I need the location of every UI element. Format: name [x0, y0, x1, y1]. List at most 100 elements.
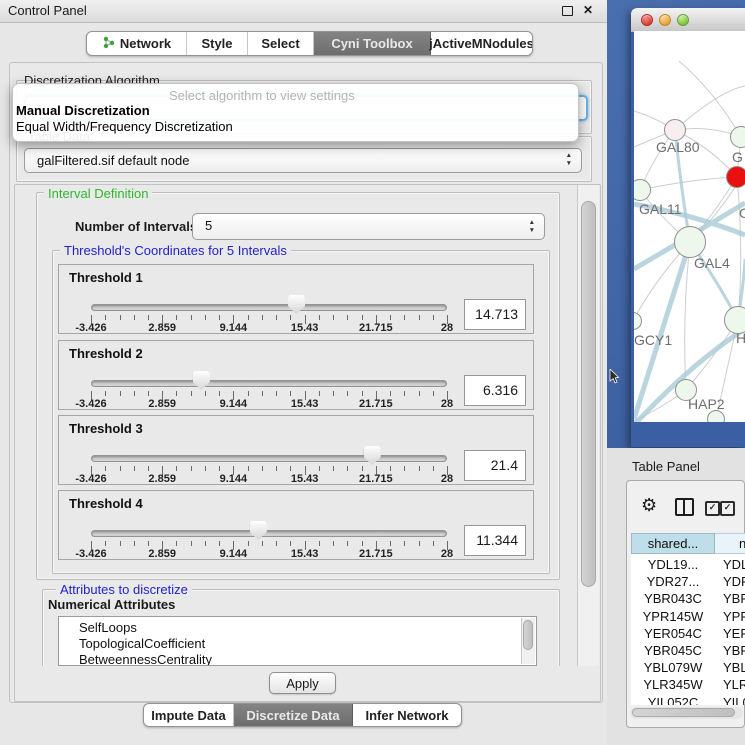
slider-tick [347, 541, 348, 546]
num-intervals-spinner[interactable]: 5 ▲ ▼ [192, 213, 545, 240]
table-cell[interactable]: YDR27... [631, 574, 715, 591]
slider-tick [333, 466, 334, 471]
table-cell[interactable]: YLR345W [631, 677, 715, 694]
checkbox-icon[interactable]: ✓ [720, 501, 735, 516]
threshold-value-field[interactable]: 6.316 [464, 375, 526, 406]
table-cell[interactable]: YBR0 [723, 643, 745, 660]
popup-item-manual-discretization[interactable]: Manual Discretization [16, 103, 150, 118]
table-cell[interactable]: YPR1 [723, 609, 745, 626]
slider-tick [134, 466, 135, 471]
mac-close-button[interactable] [641, 14, 653, 26]
table-cell[interactable]: YIL0 [723, 695, 745, 705]
tab-cyni-toolbox[interactable]: Cyni Toolbox [314, 32, 431, 55]
slider-track[interactable] [91, 530, 447, 537]
panel-vertical-scrollbar[interactable] [577, 185, 599, 666]
attribute-item[interactable]: TopologicalCoefficient [79, 636, 205, 651]
threshold-value-field[interactable]: 14.713 [464, 299, 526, 330]
node-label: GAL80 [656, 139, 700, 155]
slider-track[interactable] [91, 380, 447, 387]
tab-discretize-data[interactable]: Discretize Data [234, 704, 353, 726]
slider-handle[interactable] [364, 446, 381, 465]
popup-item-equal-width[interactable]: Equal Width/Frequency Discretization [16, 119, 233, 134]
slider-handle[interactable] [288, 295, 305, 314]
table-hscrollbar-thumb[interactable] [632, 708, 735, 717]
combo-stepper-icon[interactable]: ▲ ▼ [566, 153, 572, 167]
slider-tick [248, 391, 249, 396]
table-cell[interactable]: YDL1 [723, 557, 745, 574]
threshold-value-field[interactable]: 21.4 [464, 450, 526, 481]
attribute-item[interactable]: BetweennessCentrality [79, 652, 212, 666]
network-window-titlebar[interactable] [631, 8, 745, 32]
table-cell[interactable]: YLR3 [723, 677, 745, 694]
slider-tick [362, 391, 363, 396]
tab-network[interactable]: Network [87, 32, 187, 55]
table-cell[interactable]: YBR043C [631, 591, 715, 608]
table-cell[interactable]: YDL19... [631, 557, 715, 574]
stepper-up-icon[interactable]: ▲ [566, 153, 572, 160]
tick-label: 2.859 [137, 398, 187, 410]
table-hscrollbar[interactable] [630, 707, 743, 719]
mac-minimize-button[interactable] [659, 14, 671, 26]
slider-tick [347, 466, 348, 471]
slider-tick [433, 541, 434, 546]
tick-label: 15.43 [280, 548, 330, 560]
attributes-list-scrollbar[interactable] [521, 618, 535, 664]
slider-tick [248, 466, 249, 471]
slider-tick [404, 466, 405, 471]
gear-icon[interactable]: ⚙ [641, 495, 657, 516]
tab-jactivemnodules[interactable]: jActiveMNodules [431, 32, 532, 55]
split-column-icon[interactable] [675, 498, 694, 516]
network-node[interactable] [726, 166, 745, 188]
attributes-scrollbar-thumb[interactable] [523, 620, 533, 650]
slider-tick [105, 466, 106, 471]
tab-infer-network[interactable]: Infer Network [353, 704, 461, 726]
slider-tick [219, 541, 220, 546]
apply-button[interactable]: Apply [269, 672, 336, 694]
tab-style[interactable]: Style [187, 32, 248, 55]
num-intervals-label: Number of Intervals [75, 219, 197, 234]
network-node[interactable] [730, 126, 745, 148]
attribute-item[interactable]: SelfLoops [79, 620, 137, 635]
tab-select[interactable]: Select [248, 32, 314, 55]
tab-impute-data[interactable]: Impute Data [144, 704, 234, 726]
table-cell[interactable]: YER054C [631, 626, 715, 643]
tab-label: Impute Data [151, 708, 225, 723]
column-header-shared[interactable]: shared... [631, 533, 715, 554]
slider-handle[interactable] [250, 521, 267, 540]
tick-label: 15.43 [280, 473, 330, 485]
tab-label: jActiveMNodules [429, 36, 533, 51]
table-cell[interactable]: YIL052C [631, 695, 715, 705]
table-cell[interactable]: YDR2 [723, 574, 745, 591]
table-cell[interactable]: YBR045C [631, 643, 715, 660]
table-cell[interactable]: YER0 [723, 626, 745, 643]
slider-tick [419, 466, 420, 471]
threshold-row: Threshold 1-3.4262.8599.14415.4321.71528… [58, 264, 534, 334]
float-window-icon[interactable] [562, 6, 573, 16]
mac-zoom-button[interactable] [677, 14, 689, 26]
threshold-value-field[interactable]: 11.344 [464, 525, 526, 556]
split-column-divider [683, 500, 685, 514]
checkbox-icon[interactable]: ✓ [705, 501, 720, 516]
net-canvas[interactable]: GAL80GGAL11CGAL4GCY1HHAP2 [634, 31, 745, 422]
network-node[interactable] [674, 226, 706, 258]
popup-placeholder-item[interactable]: Select algorithm to view settings [169, 88, 355, 103]
table-cell[interactable]: YPR145W [631, 609, 715, 626]
spinner-stepper-icon[interactable]: ▲ ▼ [529, 220, 535, 234]
table-cell[interactable]: YBL0 [723, 660, 745, 677]
slider-track[interactable] [91, 304, 447, 311]
close-panel-icon[interactable]: ✕ [583, 3, 593, 17]
network-node[interactable] [664, 119, 686, 141]
tab-label: Network [120, 36, 171, 51]
column-header-name[interactable]: n [715, 533, 745, 554]
stepper-up-icon[interactable]: ▲ [529, 220, 535, 227]
scroll-viewport: Interval Definition Number of Intervals … [15, 186, 576, 666]
panel-scrollbar-thumb[interactable] [581, 201, 596, 587]
stepper-down-icon[interactable]: ▼ [566, 161, 572, 168]
table-data-combobox[interactable]: galFiltered.sif default node ▲ ▼ [24, 148, 582, 173]
slider-track[interactable] [91, 455, 447, 462]
stepper-down-icon[interactable]: ▼ [529, 228, 535, 235]
slider-tick [148, 391, 149, 396]
slider-handle[interactable] [193, 371, 210, 390]
table-cell[interactable]: YBR0 [723, 591, 745, 608]
table-cell[interactable]: YBL079W [631, 660, 715, 677]
